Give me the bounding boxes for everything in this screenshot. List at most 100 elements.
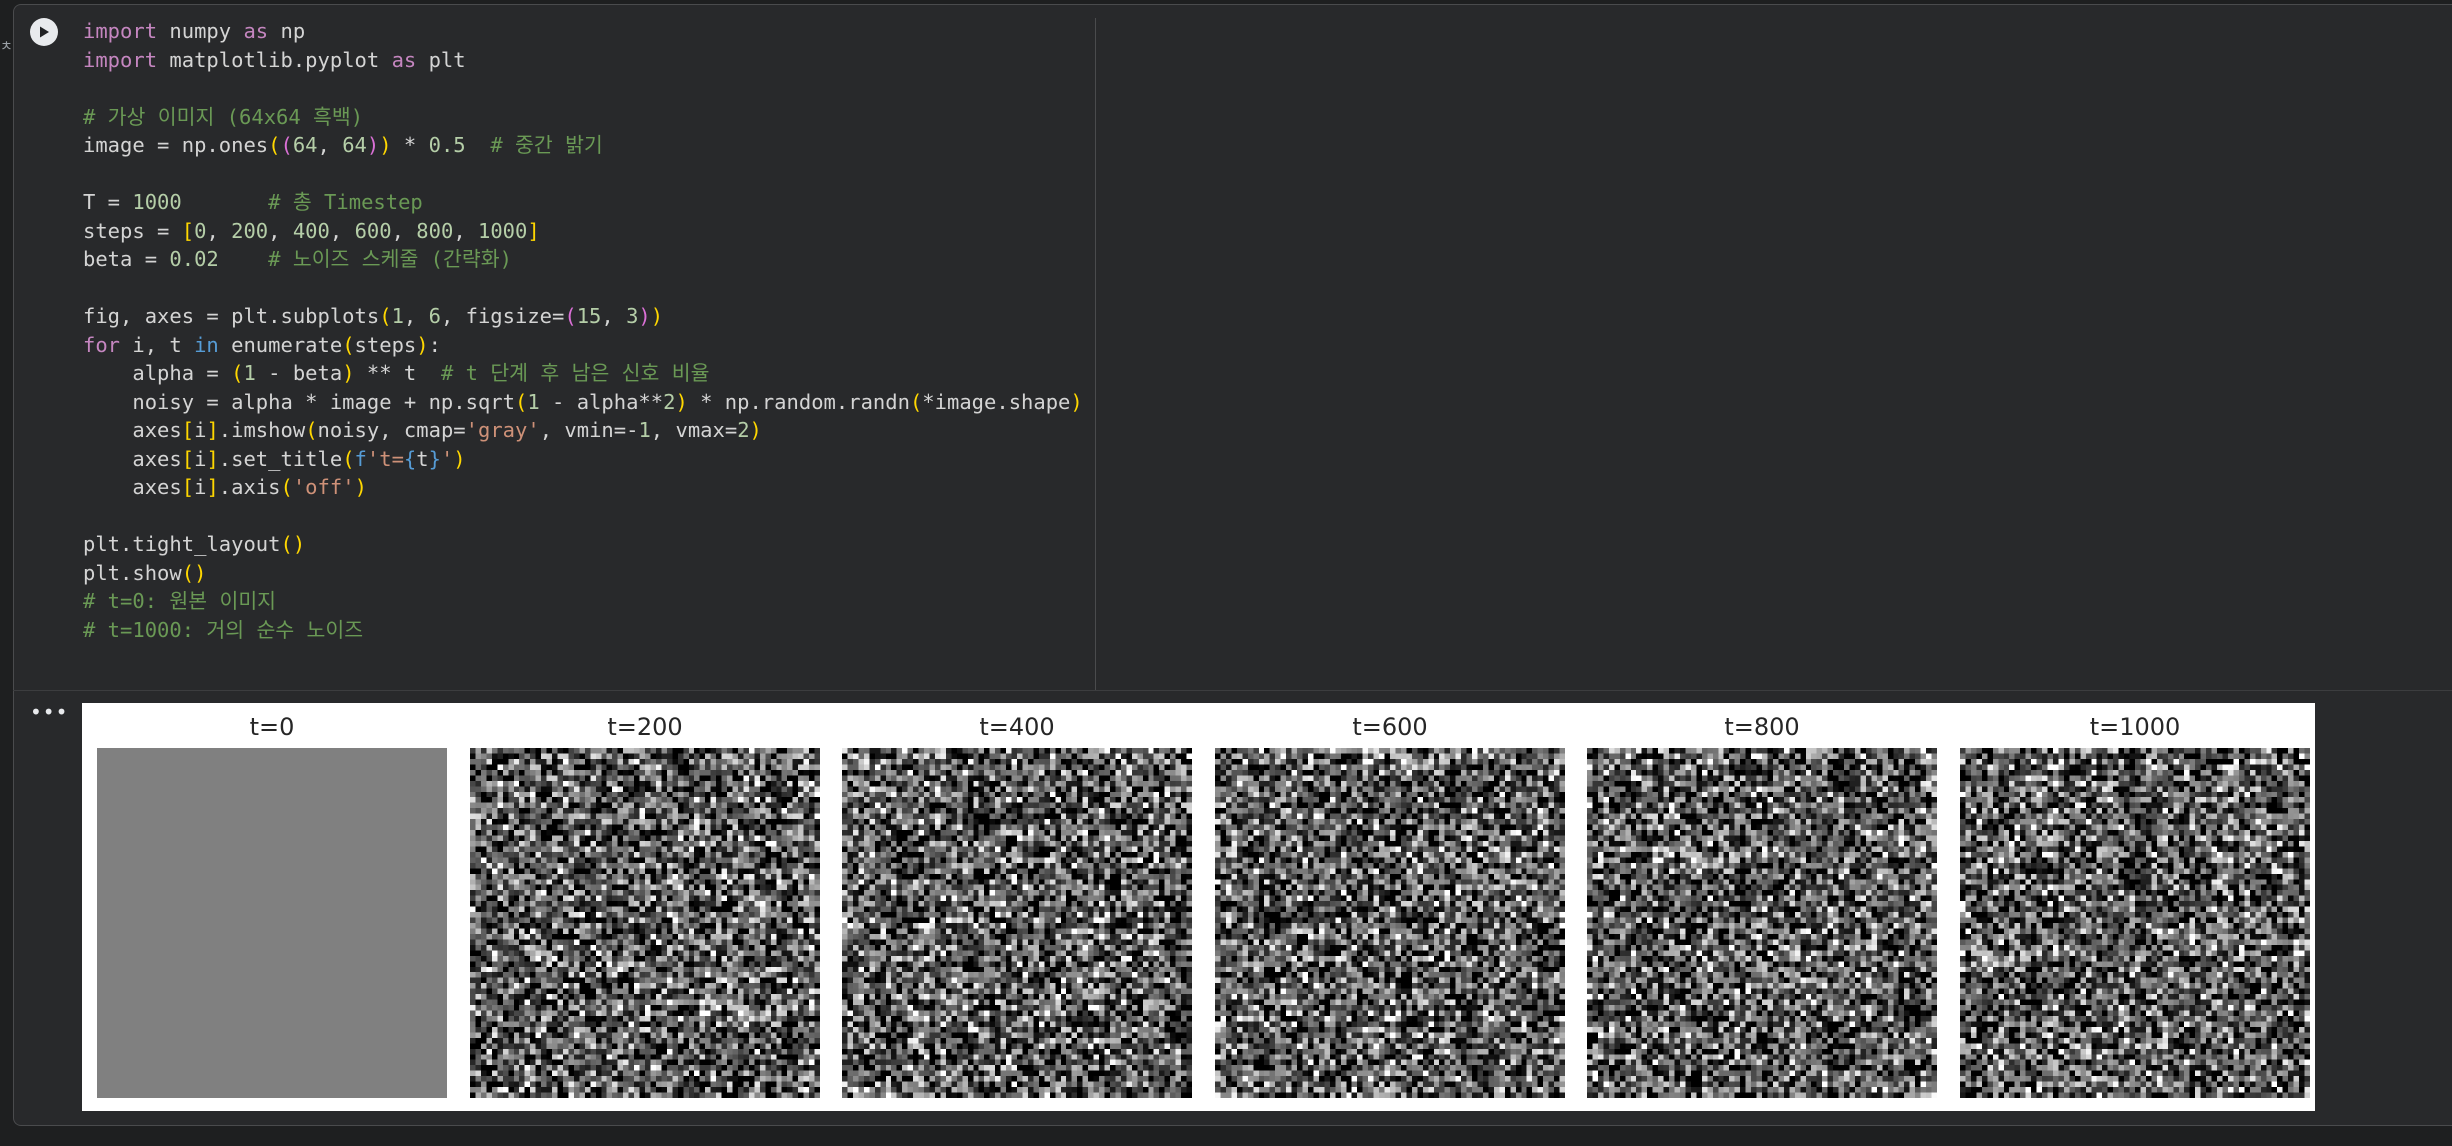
- code-token: for: [83, 333, 120, 357]
- code-token: steps =: [83, 219, 182, 243]
- code-token: ** t: [355, 361, 441, 385]
- code-token: (: [268, 133, 280, 157]
- code-line: # t=1000: 거의 순수 노이즈: [83, 616, 1083, 645]
- output-menu-button[interactable]: •••: [30, 702, 67, 722]
- code-token: ): [367, 133, 379, 157]
- subplot-title: t=600: [1215, 713, 1565, 741]
- code-token: (: [379, 304, 391, 328]
- code-token: ): [416, 333, 428, 357]
- code-token: (: [281, 475, 293, 499]
- code-token: 'off': [293, 475, 355, 499]
- code-token: beta =: [83, 247, 169, 271]
- code-token: 2: [737, 418, 749, 442]
- code-token: matplotlib.pyplot: [157, 48, 392, 72]
- run-cell-button[interactable]: [30, 18, 58, 46]
- code-token: [: [182, 447, 194, 471]
- code-token: # t 단계 후 남은 신호 비율: [441, 361, 709, 385]
- code-token: noisy = alpha * image + np.sqrt: [83, 390, 515, 414]
- code-token: ,: [206, 219, 231, 243]
- code-token: 400: [293, 219, 330, 243]
- code-token: np: [268, 19, 305, 43]
- code-token: numpy: [157, 19, 243, 43]
- code-token: plt.show: [83, 561, 182, 585]
- code-token: # t=0: 원본 이미지: [83, 589, 276, 613]
- code-token: ): [379, 133, 391, 157]
- code-token: (: [280, 133, 292, 157]
- code-line: # 가상 이미지 (64x64 흑백): [83, 103, 1083, 132]
- code-token: # 총 Timestep: [268, 190, 423, 214]
- code-line: import numpy as np: [83, 17, 1083, 46]
- code-token: , figsize=: [441, 304, 564, 328]
- code-token: ,: [318, 133, 343, 157]
- code-token: 6: [429, 304, 441, 328]
- code-token: [: [182, 418, 194, 442]
- play-icon: [40, 26, 49, 38]
- code-token: ,: [268, 219, 293, 243]
- code-token: plt: [416, 48, 466, 72]
- code-token: ): [638, 304, 650, 328]
- code-token: ): [342, 361, 354, 385]
- code-token: ): [750, 418, 762, 442]
- subplot-title: t=200: [470, 713, 820, 741]
- code-editor[interactable]: import numpy as np import matplotlib.pypl…: [83, 17, 1083, 644]
- code-token: 800: [416, 219, 453, 243]
- code-line: T = 1000 # 총 Timestep: [83, 188, 1083, 217]
- collapse-edge-icon: ㅊ: [0, 36, 13, 56]
- code-token: 2: [663, 390, 675, 414]
- code-token: 64: [342, 133, 367, 157]
- code-token: *image.shape: [922, 390, 1070, 414]
- subplot-title: t=400: [842, 713, 1192, 741]
- code-token: .axis: [219, 475, 281, 499]
- code-line: image = np.ones((64, 64)) * 0.5 # 중간 밝기: [83, 131, 1083, 160]
- code-token: axes: [83, 418, 181, 442]
- code-token: # t=1000: 거의 순수 노이즈: [83, 618, 363, 642]
- code-token: .imshow: [219, 418, 305, 442]
- code-line: axes[i].axis('off'): [83, 473, 1083, 502]
- code-token: in: [194, 333, 219, 357]
- code-token: 1: [527, 390, 539, 414]
- code-token: i, t: [120, 333, 194, 357]
- code-line: plt.show(): [83, 559, 1083, 588]
- noise-image: [1960, 748, 2310, 1098]
- code-token: - alpha**: [540, 390, 663, 414]
- code-token: image = np.ones: [83, 133, 268, 157]
- code-token: axes: [83, 475, 181, 499]
- noise-image: [842, 748, 1192, 1098]
- code-token: ]: [206, 418, 218, 442]
- code-token: 200: [231, 219, 268, 243]
- code-token: i: [194, 475, 206, 499]
- code-token: [: [182, 219, 194, 243]
- code-token: 't=: [367, 447, 404, 471]
- code-token: ]: [206, 447, 218, 471]
- code-line: # t=0: 원본 이미지: [83, 587, 1083, 616]
- code-token: 1: [392, 304, 404, 328]
- code-line: axes[i].imshow(noisy, cmap='gray', vmin=…: [83, 416, 1083, 445]
- subplot-title: t=800: [1587, 713, 1937, 741]
- noise-image: [470, 748, 820, 1098]
- code-token: as: [392, 48, 417, 72]
- code-token: }: [429, 447, 441, 471]
- code-token: , vmin=-: [540, 418, 639, 442]
- code-token: 0.02: [169, 247, 218, 271]
- code-token: (: [515, 390, 527, 414]
- code-token: *: [392, 133, 429, 157]
- code-token: , vmax=: [651, 418, 737, 442]
- code-token: - beta: [256, 361, 342, 385]
- noise-image: [1215, 748, 1565, 1098]
- subplot-title: t=1000: [1960, 713, 2310, 741]
- code-token: ): [651, 304, 663, 328]
- code-token: * np.random.randn: [688, 390, 910, 414]
- code-token: ]: [527, 219, 539, 243]
- code-line: fig, axes = plt.subplots(1, 6, figsize=(…: [83, 302, 1083, 331]
- code-token: plt.tight_layout: [83, 532, 280, 556]
- code-token: .set_title: [219, 447, 342, 471]
- code-line: for i, t in enumerate(steps):: [83, 331, 1083, 360]
- code-token: # 노이즈 스케줄 (간략화): [268, 247, 512, 271]
- code-token: (: [342, 333, 354, 357]
- code-token: enumerate: [219, 333, 342, 357]
- code-token: (: [305, 418, 317, 442]
- code-token: t: [416, 447, 428, 471]
